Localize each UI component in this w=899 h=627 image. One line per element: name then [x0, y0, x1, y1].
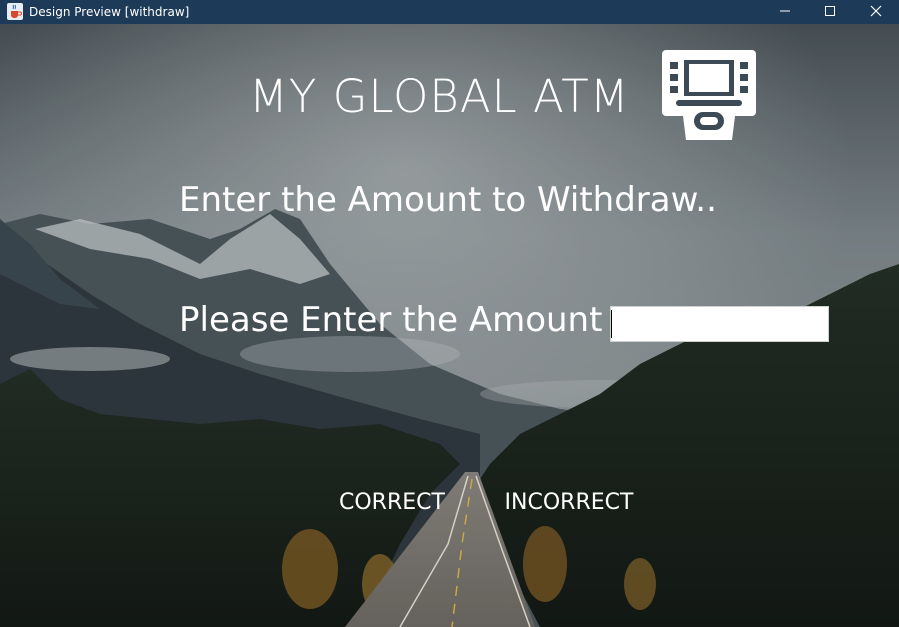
close-icon: [870, 5, 882, 20]
amount-label: Please Enter the Amount: [179, 300, 603, 340]
incorrect-button[interactable]: INCORRECT: [498, 487, 640, 517]
withdraw-heading: Enter the Amount to Withdraw..: [179, 180, 717, 220]
minimize-button[interactable]: [762, 0, 808, 24]
java-coffee-icon: [7, 3, 23, 20]
correct-button[interactable]: CORRECT: [339, 487, 445, 517]
app-title: MY GLOBAL ATM: [249, 70, 630, 123]
app-window: Design Preview [withdraw] MY GLOBAL ATM …: [0, 0, 899, 627]
window-title: Design Preview [withdraw]: [29, 5, 190, 19]
close-button[interactable]: [853, 0, 899, 24]
text-caret: [611, 310, 612, 338]
withdraw-panel: MY GLOBAL ATM Enter the Amount to Withdr…: [0, 24, 899, 627]
atm-machine-icon: [662, 50, 756, 142]
maximize-icon: [824, 5, 836, 20]
maximize-button[interactable]: [807, 0, 853, 24]
minimize-icon: [779, 5, 791, 20]
amount-input[interactable]: [610, 306, 829, 342]
title-bar[interactable]: Design Preview [withdraw]: [0, 0, 899, 24]
